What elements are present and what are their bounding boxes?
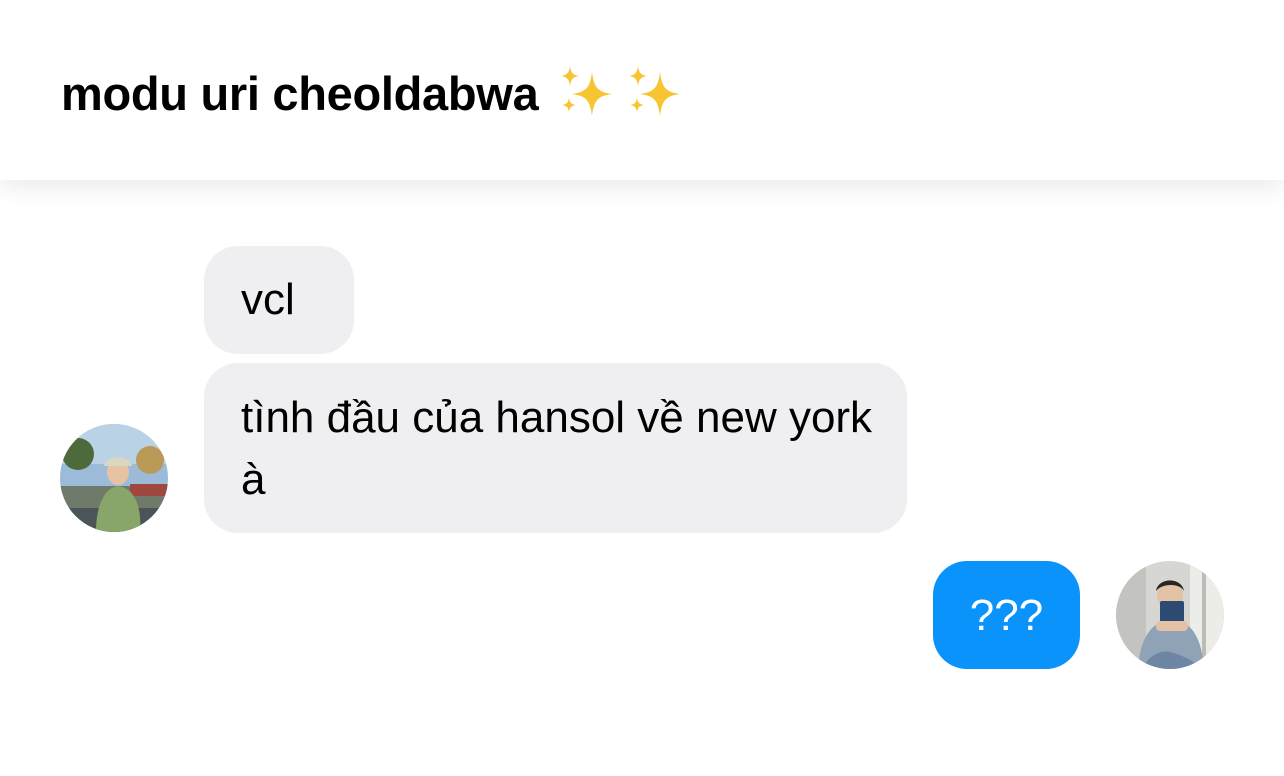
user-avatar[interactable] — [1116, 561, 1224, 669]
title-row[interactable]: modu uri cheoldabwa — [61, 58, 692, 128]
sparkles-icon — [629, 66, 681, 116]
message-text: tình đầu của hansol về new york à — [241, 393, 873, 504]
sparkles-icon — [561, 66, 613, 116]
avatar-photo — [60, 424, 168, 532]
message-text: vcl — [241, 275, 295, 324]
chat-screen: modu uri cheoldabwa vcl tình đầu của han… — [0, 0, 1284, 776]
message-bubble-incoming[interactable]: tình đầu của hansol về new york à — [204, 363, 907, 533]
message-bubble-outgoing[interactable]: ??? — [933, 561, 1080, 669]
avatar-photo — [1116, 561, 1224, 669]
chat-header: modu uri cheoldabwa — [0, 0, 1284, 180]
title-emoji-group — [556, 62, 692, 124]
group-title: modu uri cheoldabwa — [61, 66, 539, 120]
message-text: ??? — [969, 591, 1044, 640]
sender-avatar[interactable] — [60, 424, 168, 532]
message-list[interactable]: vcl tình đầu của hansol về new york à ??… — [0, 180, 1284, 776]
message-bubble-incoming[interactable]: vcl — [204, 246, 354, 354]
